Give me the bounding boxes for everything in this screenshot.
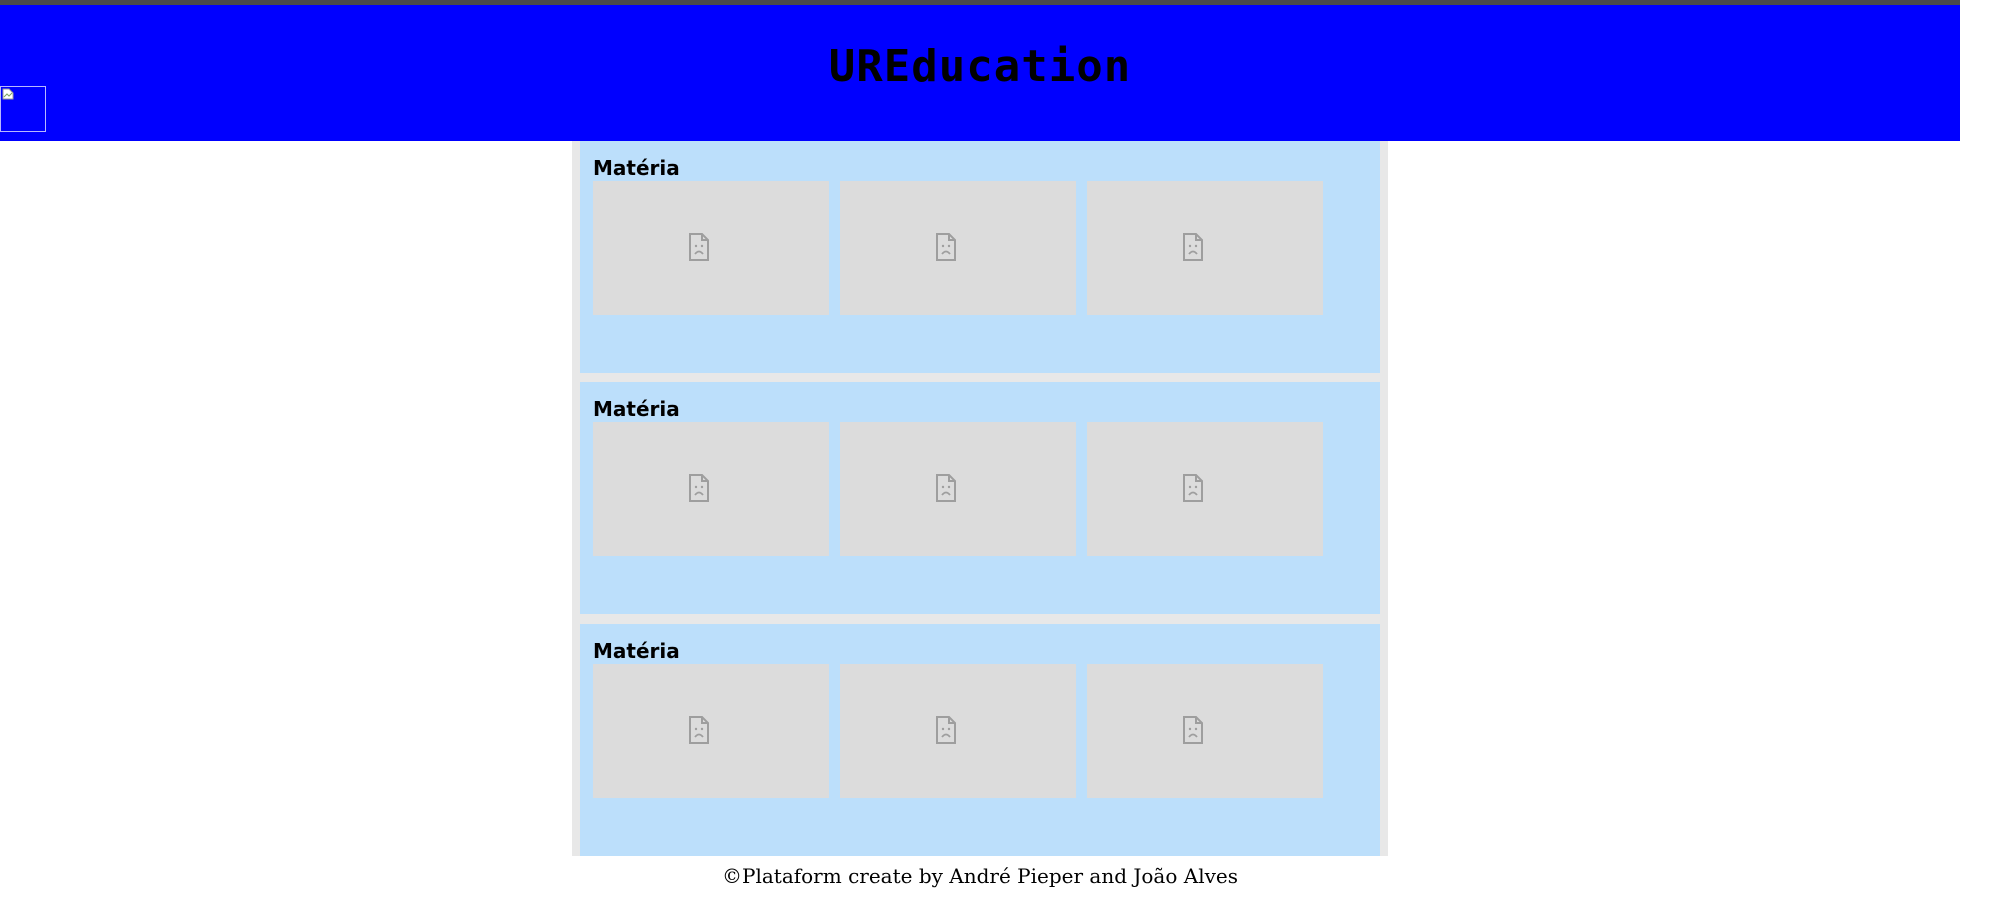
image-placeholder-icon bbox=[689, 233, 709, 261]
subject-thumbnail[interactable] bbox=[593, 664, 829, 798]
subject-title: Matéria bbox=[593, 156, 680, 180]
subject-thumbnail[interactable] bbox=[840, 664, 1076, 798]
logo-image[interactable] bbox=[0, 86, 46, 132]
image-placeholder-icon bbox=[1183, 716, 1203, 744]
subject-thumbnail[interactable] bbox=[1087, 664, 1323, 798]
page: UREducation Matéria Matéria Matéria ©Pla… bbox=[0, 0, 2000, 912]
subject-thumbnail[interactable] bbox=[593, 181, 829, 315]
footer-credits: ©Plataform create by André Pieper and Jo… bbox=[722, 864, 1238, 888]
subject-thumbnail[interactable] bbox=[593, 422, 829, 556]
subject-thumbnail[interactable] bbox=[840, 181, 1076, 315]
subject-card: Matéria bbox=[580, 382, 1380, 614]
subject-card: Matéria bbox=[580, 141, 1380, 373]
broken-image-icon bbox=[2, 88, 14, 100]
site-header: UREducation bbox=[0, 5, 1960, 141]
image-placeholder-icon bbox=[936, 474, 956, 502]
subjects-panel: Matéria Matéria Matéria bbox=[572, 141, 1388, 856]
image-placeholder-icon bbox=[936, 716, 956, 744]
subject-card: Matéria bbox=[580, 624, 1380, 856]
image-placeholder-icon bbox=[1183, 233, 1203, 261]
image-placeholder-icon bbox=[1183, 474, 1203, 502]
site-title: UREducation bbox=[828, 41, 1132, 92]
image-placeholder-icon bbox=[689, 474, 709, 502]
image-placeholder-icon bbox=[936, 233, 956, 261]
subject-title: Matéria bbox=[593, 639, 680, 663]
subject-thumbnail[interactable] bbox=[840, 422, 1076, 556]
image-placeholder-icon bbox=[689, 716, 709, 744]
subject-thumbnail[interactable] bbox=[1087, 181, 1323, 315]
subject-title: Matéria bbox=[593, 397, 680, 421]
subject-thumbnail[interactable] bbox=[1087, 422, 1323, 556]
